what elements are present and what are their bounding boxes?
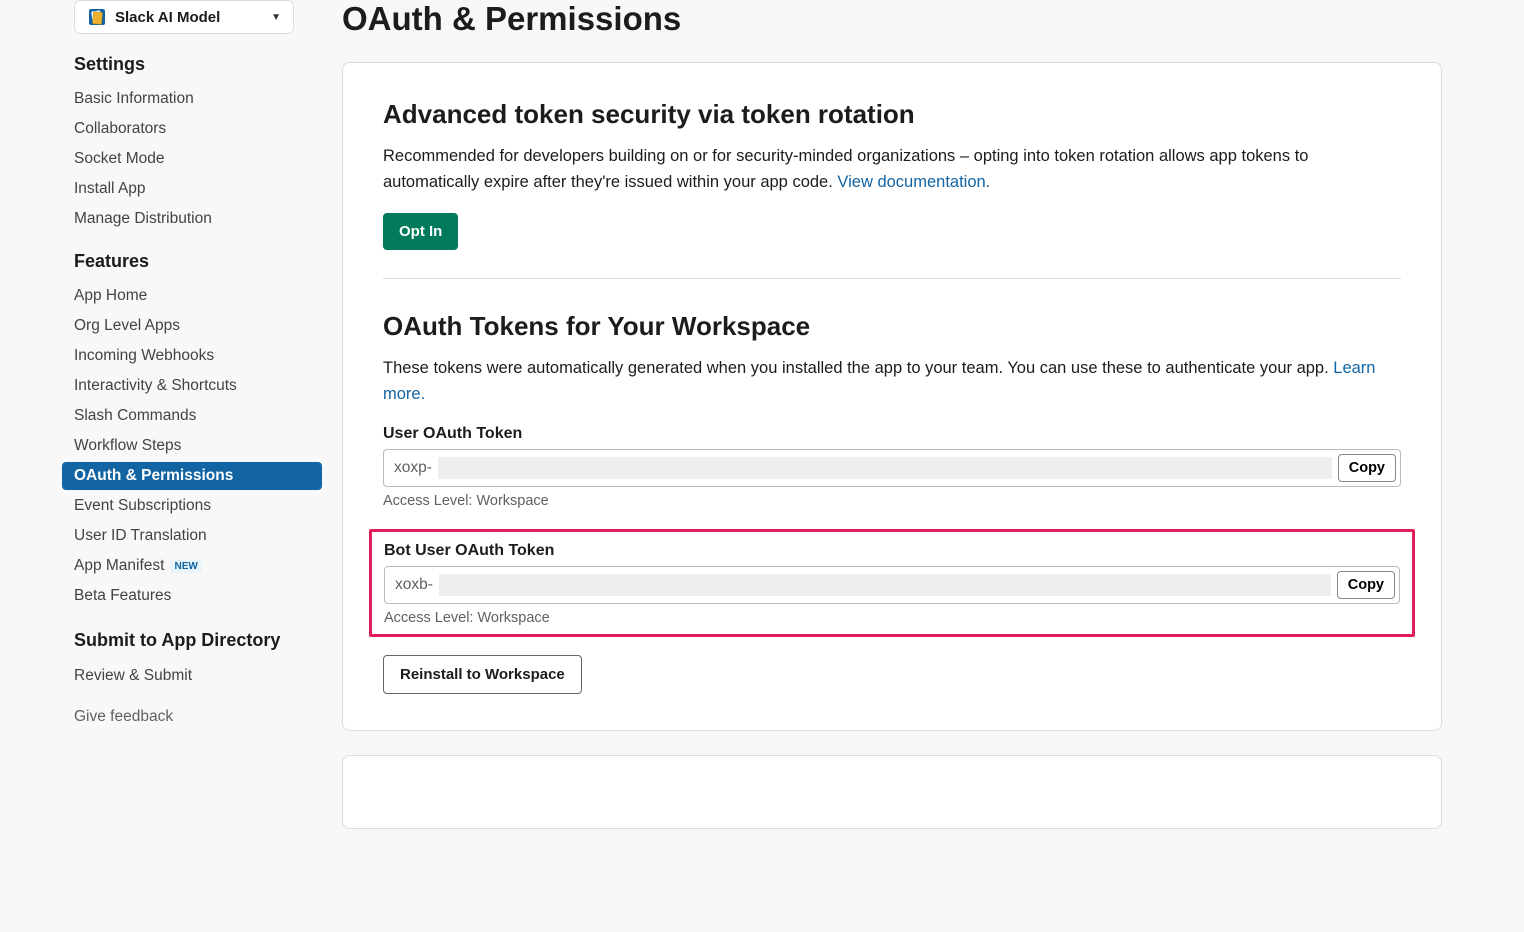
sidebar-item-slash-commands[interactable]: Slash Commands bbox=[62, 402, 322, 430]
bot-token-field[interactable]: xoxb- Copy bbox=[384, 566, 1400, 604]
sidebar-item-interactivity-shortcuts[interactable]: Interactivity & Shortcuts bbox=[62, 372, 322, 400]
user-token-field[interactable]: xoxp- Copy bbox=[383, 449, 1401, 487]
sidebar-item-incoming-webhooks[interactable]: Incoming Webhooks bbox=[62, 342, 322, 370]
sidebar-heading-submit: Submit to App Directory bbox=[74, 628, 322, 652]
user-token-access-level: Access Level: Workspace bbox=[383, 493, 1401, 509]
reinstall-button[interactable]: Reinstall to Workspace bbox=[383, 655, 582, 694]
copy-bot-token-button[interactable]: Copy bbox=[1337, 571, 1395, 599]
user-token-label: User OAuth Token bbox=[383, 425, 1401, 443]
sidebar-item-socket-mode[interactable]: Socket Mode bbox=[62, 145, 322, 173]
divider bbox=[383, 278, 1401, 279]
sidebar-item-beta-features[interactable]: Beta Features bbox=[62, 582, 322, 610]
sidebar-item-install-app[interactable]: Install App bbox=[62, 175, 322, 203]
sidebar-item-manage-distribution[interactable]: Manage Distribution bbox=[62, 205, 322, 233]
new-badge: NEW bbox=[170, 560, 201, 573]
bot-token-prefix: xoxb- bbox=[395, 576, 433, 594]
bot-token-access-level: Access Level: Workspace bbox=[384, 610, 1400, 626]
user-token-prefix: xoxp- bbox=[394, 459, 432, 477]
sidebar-item-app-manifest[interactable]: App Manifest NEW bbox=[62, 552, 322, 580]
token-rotation-heading: Advanced token security via token rotati… bbox=[383, 99, 1401, 130]
bot-token-label: Bot User OAuth Token bbox=[384, 542, 1400, 560]
oauth-tokens-heading: OAuth Tokens for Your Workspace bbox=[383, 311, 1401, 342]
sidebar-heading-settings: Settings bbox=[74, 54, 322, 75]
sidebar-item-oauth-permissions[interactable]: OAuth & Permissions bbox=[62, 462, 322, 490]
oauth-card: Advanced token security via token rotati… bbox=[342, 62, 1442, 731]
sidebar-item-workflow-steps[interactable]: Workflow Steps bbox=[62, 432, 322, 460]
opt-in-button[interactable]: Opt In bbox=[383, 213, 458, 250]
bot-token-highlight: Bot User OAuth Token xoxb- Copy Access L… bbox=[369, 529, 1415, 637]
token-rotation-body: Recommended for developers building on o… bbox=[383, 144, 1401, 195]
oauth-tokens-body: These tokens were automatically generate… bbox=[383, 356, 1401, 407]
sidebar-item-user-id-translation[interactable]: User ID Translation bbox=[62, 522, 322, 550]
sidebar-heading-features: Features bbox=[74, 251, 322, 272]
view-documentation-link[interactable]: View documentation. bbox=[837, 173, 990, 191]
sidebar-item-app-home[interactable]: App Home bbox=[62, 282, 322, 310]
sidebar-item-org-level-apps[interactable]: Org Level Apps bbox=[62, 312, 322, 340]
bot-token-redacted bbox=[439, 574, 1331, 596]
copy-user-token-button[interactable]: Copy bbox=[1338, 454, 1396, 482]
user-token-redacted bbox=[438, 457, 1332, 479]
app-selector-dropdown[interactable]: Slack AI Model ▼ bbox=[74, 0, 294, 34]
sidebar-item-event-subscriptions[interactable]: Event Subscriptions bbox=[62, 492, 322, 520]
sidebar-item-basic-information[interactable]: Basic Information bbox=[62, 85, 322, 113]
sidebar-item-collaborators[interactable]: Collaborators bbox=[62, 115, 322, 143]
app-icon bbox=[87, 7, 107, 27]
caret-down-icon: ▼ bbox=[271, 12, 281, 23]
give-feedback-link[interactable]: Give feedback bbox=[74, 708, 322, 726]
app-selector-name: Slack AI Model bbox=[115, 9, 271, 26]
next-card bbox=[342, 755, 1442, 829]
page-title: OAuth & Permissions bbox=[342, 0, 1442, 38]
sidebar-item-review-submit[interactable]: Review & Submit bbox=[62, 662, 322, 690]
